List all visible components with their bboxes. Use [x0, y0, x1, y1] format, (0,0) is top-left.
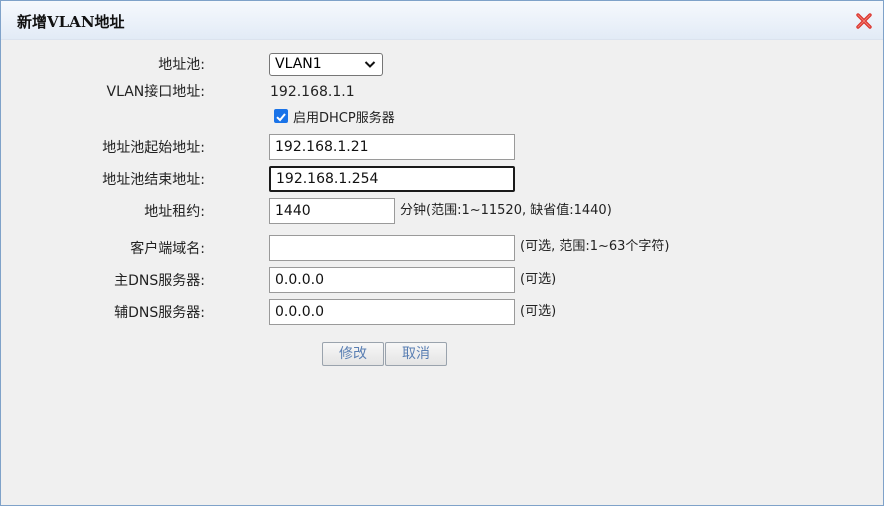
vlan-interface-value: 192.168.1.1	[270, 84, 355, 100]
primary-dns-label: 主DNS服务器:	[114, 273, 205, 289]
lease-input[interactable]	[269, 198, 395, 224]
client-domain-label: 客户端域名:	[130, 241, 205, 257]
pool-select-value: VLAN1	[275, 56, 322, 72]
primary-dns-input[interactable]	[269, 267, 515, 293]
end-address-label: 地址池结束地址:	[102, 172, 205, 188]
form-area: 地址池: VLAN1 VLAN接口地址: 192.168.1.1 启用DHCP服…	[1, 40, 883, 505]
pool-select[interactable]: VLAN1	[269, 53, 383, 76]
dhcp-checkbox-label[interactable]: 启用DHCP服务器	[293, 109, 395, 129]
start-address-input[interactable]	[269, 134, 515, 160]
lease-label: 地址租约:	[144, 204, 205, 220]
dialog-title: 新增VLAN地址	[17, 13, 125, 31]
client-domain-input[interactable]	[269, 235, 515, 261]
primary-dns-note: (可选)	[520, 272, 557, 287]
dhcp-checkbox[interactable]	[274, 109, 288, 123]
secondary-dns-input[interactable]	[269, 299, 515, 325]
cancel-button[interactable]: 取消	[385, 342, 447, 366]
check-icon	[276, 113, 286, 122]
vlan-interface-label: VLAN接口地址:	[106, 84, 205, 100]
lease-note: 分钟(范围:1~11520, 缺省值:1440)	[400, 203, 612, 218]
secondary-dns-label: 辅DNS服务器:	[114, 305, 205, 321]
pool-label: 地址池:	[158, 57, 205, 73]
client-domain-note: (可选, 范围:1~63个字符)	[520, 239, 670, 254]
add-vlan-address-dialog: 新增VLAN地址 地址池: VLAN1 VLAN接口地址: 192.168.1.…	[0, 0, 884, 506]
secondary-dns-note: (可选)	[520, 304, 557, 319]
dialog-titlebar: 新增VLAN地址	[1, 1, 883, 40]
chevron-down-icon	[364, 57, 376, 78]
end-address-input[interactable]	[269, 166, 515, 192]
start-address-label: 地址池起始地址:	[102, 140, 205, 156]
close-x-icon[interactable]	[855, 12, 873, 30]
modify-button[interactable]: 修改	[322, 342, 384, 366]
